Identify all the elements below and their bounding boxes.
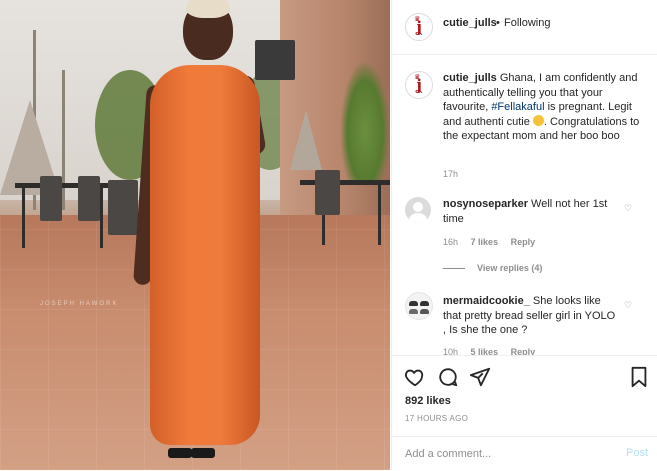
comments-list[interactable]: ♛ ʝ cutie_julls Ghana, I am confidently … <box>392 55 657 355</box>
comment-2-time[interactable]: 10h <box>443 347 458 355</box>
posted-ago[interactable]: 17 HOURS AGO <box>405 414 468 423</box>
comment-2-likes[interactable]: 5 likes <box>471 347 499 355</box>
cutie-julls-logo-icon[interactable]: ♛ ʝ <box>405 71 433 99</box>
post-comment-button[interactable]: Post <box>626 447 648 459</box>
add-comment-bar: Post <box>392 436 657 471</box>
follow-status-button[interactable]: Following <box>504 17 550 29</box>
comment-1-time[interactable]: 16h <box>443 237 458 247</box>
post-side-panel: ♛ ʝ cutie_julls • Following ♛ ʝ cutie_ju… <box>391 0 657 470</box>
instagram-post-view: JOSEPH HAWORK ♛ ʝ cutie_julls • Followin… <box>0 0 657 470</box>
comment-1-likes[interactable]: 7 likes <box>471 237 499 247</box>
bookmark-icon[interactable] <box>628 366 650 388</box>
post-photo[interactable]: JOSEPH HAWORK <box>0 0 390 470</box>
caption-hashtag[interactable]: #Fellakaful <box>491 101 544 113</box>
default-avatar-icon[interactable] <box>405 197 431 223</box>
comment-1-meta: 16h 7 likes Reply <box>443 237 545 247</box>
caption-time[interactable]: 17h <box>443 169 458 179</box>
heart-icon[interactable] <box>404 366 426 388</box>
comment-1-reply-button[interactable]: Reply <box>511 237 536 247</box>
view-replies-button[interactable]: View replies (4) <box>477 263 542 273</box>
header-separator: • <box>496 17 500 29</box>
add-comment-input[interactable] <box>405 446 605 462</box>
photo-watermark: JOSEPH HAWORK <box>40 301 119 307</box>
comment-like-heart-icon[interactable]: ♡ <box>624 204 632 213</box>
comment-icon[interactable] <box>437 366 459 388</box>
face-with-hand-over-mouth-emoji-icon <box>532 114 544 126</box>
comment-2: mermaidcookie_ She looks like that prett… <box>443 294 618 338</box>
comment-1: nosynoseparker Well not her 1st time <box>443 197 618 226</box>
likes-count[interactable]: 892 likes <box>405 395 451 407</box>
comment-1-username[interactable]: nosynoseparker <box>443 198 528 210</box>
header-username[interactable]: cutie_julls <box>443 17 497 29</box>
post-header: ♛ ʝ cutie_julls • Following <box>392 0 657 55</box>
shoes-avatar-icon[interactable] <box>405 292 433 320</box>
comment-like-heart-icon[interactable]: ♡ <box>624 301 632 310</box>
comment-2-username[interactable]: mermaidcookie_ <box>443 295 530 307</box>
caption-username[interactable]: cutie_julls <box>443 72 497 84</box>
post-caption: cutie_julls Ghana, I am confidently and … <box>443 71 648 144</box>
comment-2-reply-button[interactable]: Reply <box>511 347 536 355</box>
comment-2-meta: 10h 5 likes Reply <box>443 347 545 355</box>
cutie-julls-logo-icon[interactable]: ♛ ʝ <box>405 13 433 41</box>
post-actions: 892 likes 17 HOURS AGO <box>392 355 657 446</box>
share-icon[interactable] <box>469 366 491 388</box>
